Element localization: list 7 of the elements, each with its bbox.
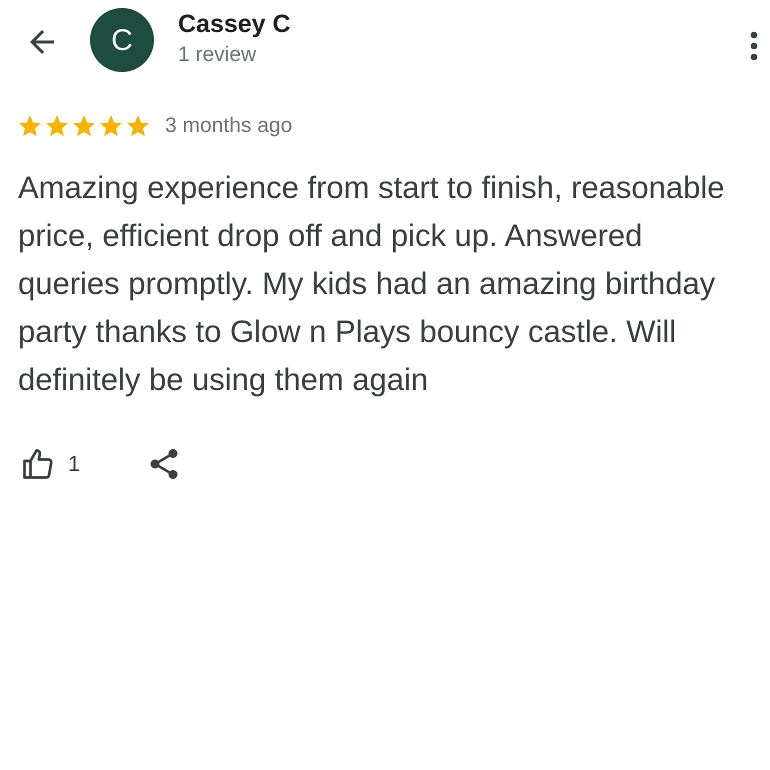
review-text: Amazing experience from start to finish, reasonable price, efficient drop off and pick up. Answered queries promptly. My kids had an amazing birthday party thanks to Glow n Plays bouncy castle. Will definitely be using them again <box>17 168 726 398</box>
more-vertical-icon <box>750 30 758 62</box>
reviewer-name: Cassey C <box>178 9 291 40</box>
review-count: 1 review <box>178 42 258 68</box>
like-button[interactable]: 1 <box>20 446 80 482</box>
review-time: 3 months ago <box>165 113 292 139</box>
avatar: C <box>90 8 154 72</box>
